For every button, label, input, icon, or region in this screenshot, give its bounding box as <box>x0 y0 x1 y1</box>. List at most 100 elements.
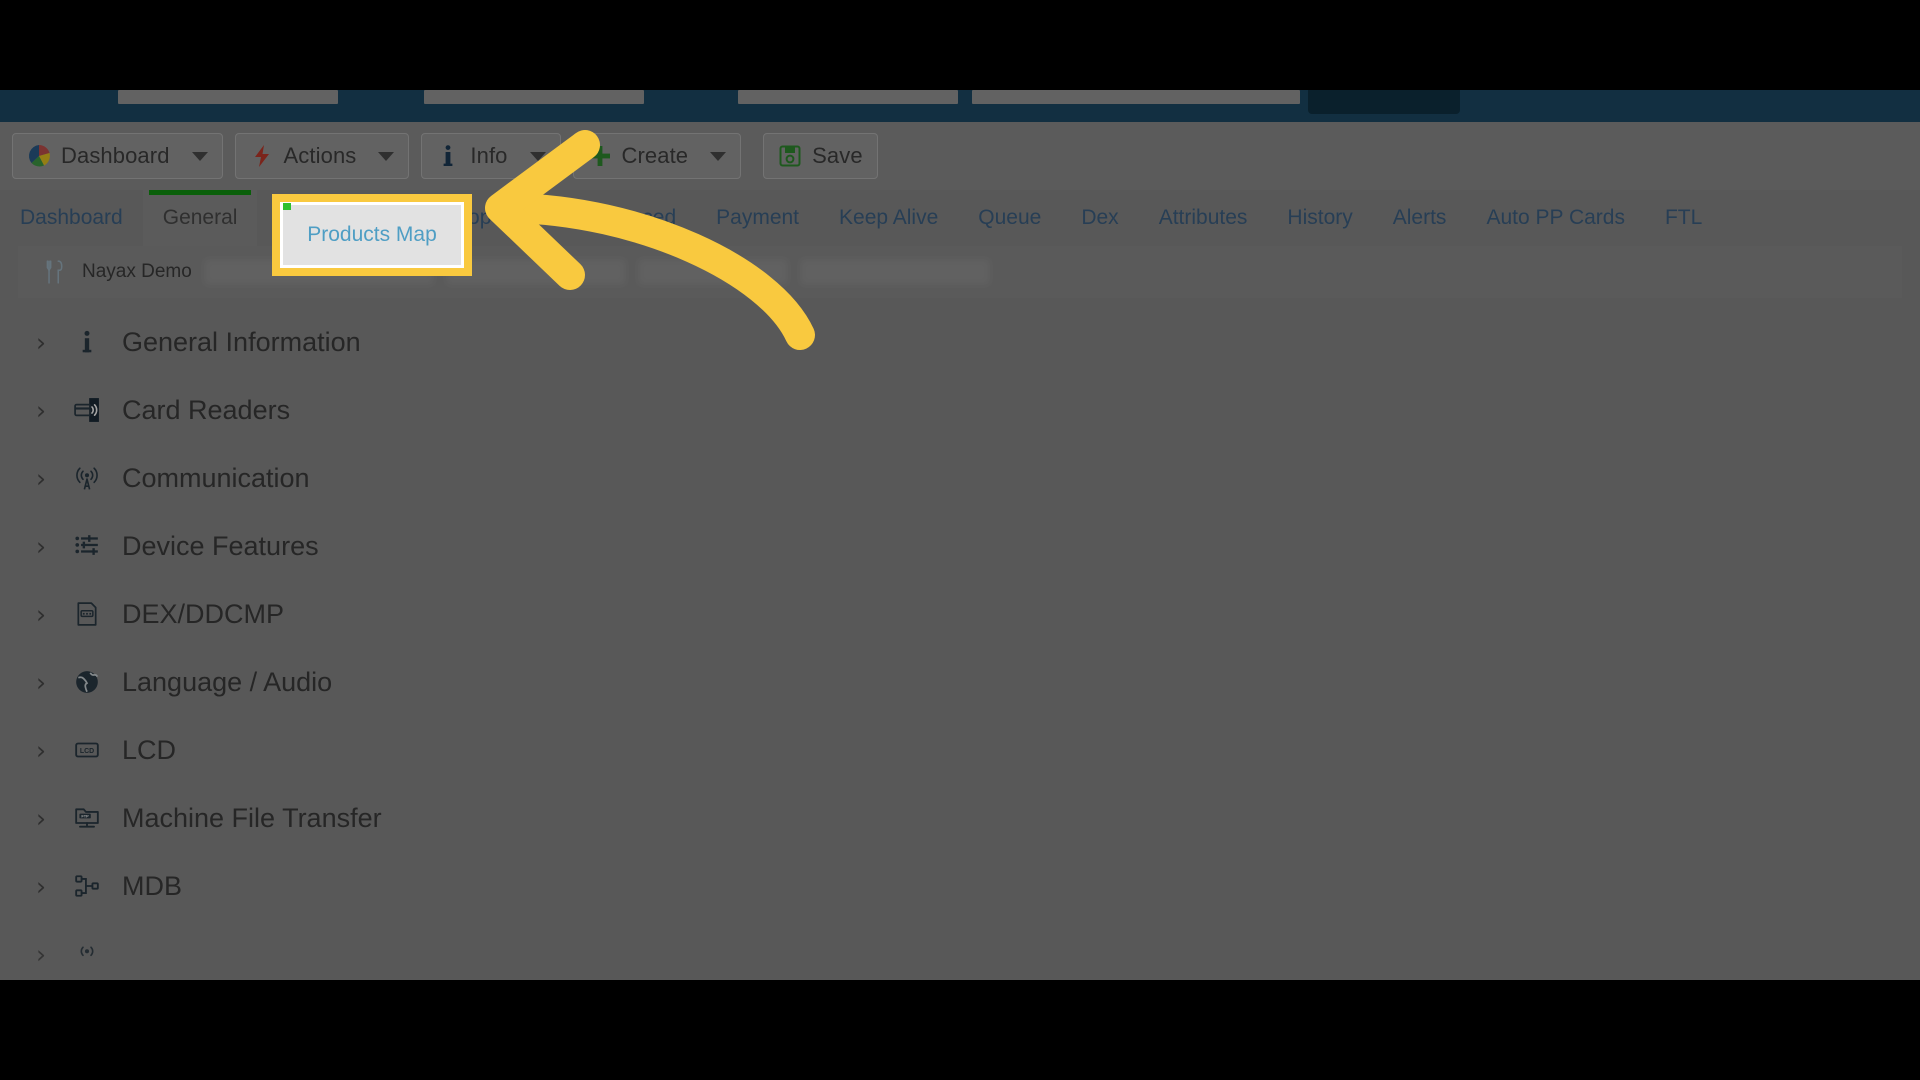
tab-ftl[interactable]: FTL <box>1645 190 1722 246</box>
tab-queue[interactable]: Queue <box>958 190 1061 246</box>
tab-label: Payment <box>716 206 800 229</box>
chevron-right-icon[interactable]: › <box>36 942 52 967</box>
tab-alerts[interactable]: Alerts <box>1373 190 1467 246</box>
tab-label: Alerts <box>1392 206 1447 229</box>
tab-label: Attributes <box>1158 206 1248 229</box>
tab-properties[interactable]: Properties <box>427 190 563 246</box>
tree-item-general-information[interactable]: › General Information <box>18 308 1902 376</box>
device-meta-blurred <box>203 259 434 285</box>
tab-label: History <box>1287 206 1353 229</box>
main-toolbar: Dashboard Actions Info Create Save <box>0 122 1920 190</box>
tree-item-communication[interactable]: › Communication <box>18 444 1902 512</box>
lcd-icon: LCD <box>72 735 102 765</box>
device-header-row: Nayax Demo <box>18 246 1902 298</box>
tree-item-label: Card Readers <box>122 394 291 425</box>
nav-item-2[interactable] <box>424 90 644 104</box>
nav-item-5[interactable] <box>1308 90 1460 114</box>
chevron-right-icon[interactable]: › <box>36 398 52 423</box>
info-icon <box>72 327 102 357</box>
tab-advanced[interactable]: Advanced <box>563 190 696 246</box>
dashboard-button[interactable]: Dashboard <box>12 133 223 179</box>
tab-history[interactable]: History <box>1267 190 1372 246</box>
tab-keep-alive[interactable]: Keep Alive <box>819 190 958 246</box>
pie-chart-icon <box>27 144 51 168</box>
active-tab-marker <box>283 203 291 210</box>
sliders-icon <box>72 531 102 561</box>
tab-attributes[interactable]: Attributes <box>1139 190 1268 246</box>
chevron-right-icon[interactable]: › <box>36 534 52 559</box>
browser-viewport: Dashboard Actions Info Create Save Dashb… <box>0 90 1920 980</box>
device-meta-blurred <box>799 259 990 285</box>
ftp-folder-icon: FTP <box>72 803 102 833</box>
tab-payment[interactable]: Payment <box>696 190 819 246</box>
chevron-down-icon[interactable] <box>710 151 727 161</box>
tab-label: Properties <box>447 206 543 229</box>
tree-item-device-features[interactable]: › Device Features <box>18 512 1902 580</box>
tab-products-map[interactable]: Products Map <box>257 190 427 246</box>
chevron-down-icon[interactable] <box>191 151 208 161</box>
dashboard-button-label: Dashboard <box>61 143 170 168</box>
tree-item-label: General Information <box>122 326 361 357</box>
tab-dashboard[interactable]: Dashboard <box>0 190 143 246</box>
device-meta-blurred <box>445 259 626 285</box>
document-icon <box>72 599 102 629</box>
tree-item-label: Machine File Transfer <box>122 802 382 833</box>
node-tree-icon <box>72 871 102 901</box>
screenshot-root: Dashboard Actions Info Create Save Dashb… <box>0 0 1920 1080</box>
chevron-right-icon[interactable]: › <box>36 874 52 899</box>
save-button[interactable]: Save <box>763 133 878 179</box>
tab-dex[interactable]: Dex <box>1061 190 1138 246</box>
info-icon <box>436 144 460 168</box>
create-button[interactable]: Create <box>572 133 742 179</box>
tree-item-dex-ddcmp[interactable]: › DEX/DDCMP <box>18 580 1902 648</box>
lightning-bolt-icon <box>250 144 274 168</box>
tab-label: Queue <box>978 206 1042 229</box>
chevron-right-icon[interactable]: › <box>36 738 52 763</box>
tab-label: Keep Alive <box>839 206 939 229</box>
tab-bar: Dashboard General Products Map Propertie… <box>0 190 1920 246</box>
fork-knife-icon <box>40 257 70 287</box>
tree-item-label: MDB <box>122 870 182 901</box>
tab-label: Dex <box>1081 206 1119 229</box>
chevron-right-icon[interactable]: › <box>36 466 52 491</box>
tree-item-machine-file-transfer[interactable]: › FTP Machine File Transfer <box>18 784 1902 852</box>
top-navbar <box>0 90 1920 122</box>
nav-item-1[interactable] <box>118 90 338 104</box>
create-button-label: Create <box>621 143 689 168</box>
svg-text:LCD: LCD <box>80 748 94 755</box>
tree-item-lcd[interactable]: › LCD LCD <box>18 716 1902 784</box>
tree-item-partial-cutoff[interactable]: › <box>18 920 1902 980</box>
info-button[interactable]: Info <box>421 133 561 179</box>
tree-item-label: Communication <box>122 462 310 493</box>
tab-auto-pp-cards[interactable]: Auto PP Cards <box>1466 190 1645 246</box>
tree-item-language-audio[interactable]: › Language / Audio <box>18 648 1902 716</box>
tab-label: General <box>162 206 238 229</box>
info-button-label: Info <box>470 143 508 168</box>
tree-item-card-readers[interactable]: › Card Readers <box>18 376 1902 444</box>
tab-general[interactable]: General <box>142 190 258 246</box>
card-reader-icon <box>72 395 102 425</box>
chevron-right-icon[interactable]: › <box>36 602 52 627</box>
tree-item-mdb[interactable]: › MDB <box>18 852 1902 920</box>
actions-button[interactable]: Actions <box>234 133 410 179</box>
save-button-label: Save <box>812 143 863 168</box>
antenna-icon <box>72 463 102 493</box>
actions-button-label: Actions <box>283 143 357 168</box>
tree-item-label: Language / Audio <box>122 666 333 697</box>
tree-item-label: Device Features <box>122 530 319 561</box>
configuration-tree: › General Information › Card Readers › C… <box>18 298 1902 980</box>
device-name: Nayax Demo <box>82 261 192 282</box>
tab-label: Dashboard <box>20 206 123 229</box>
nav-item-3[interactable] <box>738 90 958 104</box>
chevron-right-icon[interactable]: › <box>36 806 52 831</box>
tree-item-label: DEX/DDCMP <box>122 598 285 629</box>
floppy-disk-icon <box>778 144 802 168</box>
chevron-down-icon[interactable] <box>529 151 546 161</box>
tab-label: Auto PP Cards <box>1486 206 1625 229</box>
chevron-down-icon[interactable] <box>378 151 395 161</box>
nav-item-4[interactable] <box>972 90 1300 104</box>
tab-label: FTL <box>1664 206 1703 229</box>
chevron-right-icon[interactable]: › <box>36 330 52 355</box>
chevron-right-icon[interactable]: › <box>36 670 52 695</box>
tab-label: Products Map <box>277 206 408 229</box>
